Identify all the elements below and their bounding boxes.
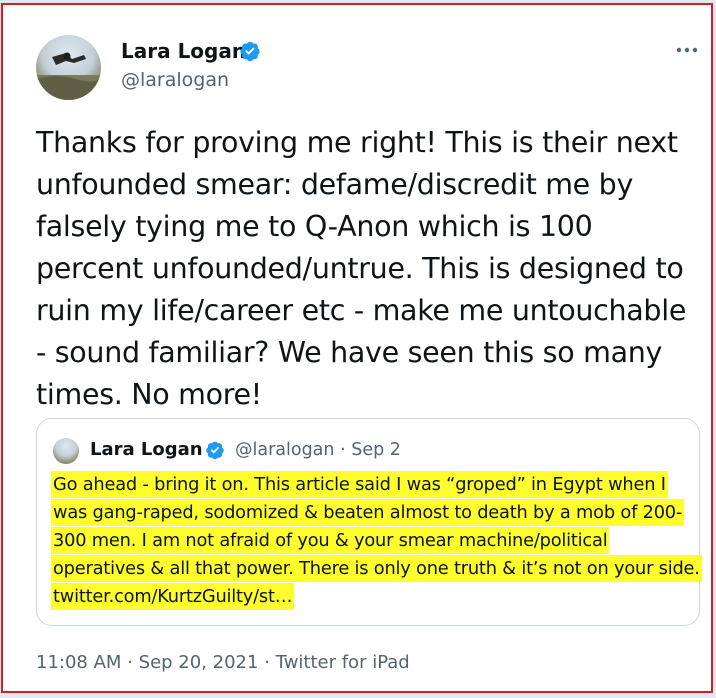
quoted-tweet-text: Go ahead - bring it on. This article sai… xyxy=(51,471,702,611)
tweet-date[interactable]: Sep 20, 2021 xyxy=(139,652,259,673)
meta-separator: · xyxy=(340,440,346,460)
quoted-handle: @laralogan xyxy=(235,440,335,460)
quoted-display-name: Lara Logan xyxy=(90,439,203,460)
tweet-source[interactable]: Twitter for iPad xyxy=(276,652,410,673)
tweet-footer: 11:08 AM · Sep 20, 2021 · Twitter for iP… xyxy=(36,652,410,673)
author-display-name[interactable]: Lara Logan xyxy=(121,39,246,63)
verified-badge-icon xyxy=(240,41,260,62)
quoted-meta: @laralogan · Sep 2 xyxy=(235,440,401,460)
avatar[interactable] xyxy=(36,35,101,100)
tweet-time[interactable]: 11:08 AM xyxy=(36,652,121,673)
quoted-date: Sep 2 xyxy=(351,440,401,460)
verified-badge-icon xyxy=(206,441,224,460)
author-handle[interactable]: @laralogan xyxy=(121,69,229,91)
quoted-avatar xyxy=(53,438,79,464)
tweet-card: Lara Logan @laralogan Thanks for proving… xyxy=(1,3,713,693)
skydiver-avatar-image xyxy=(36,52,101,100)
quoted-tweet[interactable]: Lara Logan @laralogan · Sep 2 Go ahead -… xyxy=(36,418,702,626)
tweet-text: Thanks for proving me right! This is the… xyxy=(36,126,687,411)
highlighted-text: Go ahead - bring it on. This article sai… xyxy=(51,474,702,607)
more-options-icon[interactable] xyxy=(675,45,699,55)
